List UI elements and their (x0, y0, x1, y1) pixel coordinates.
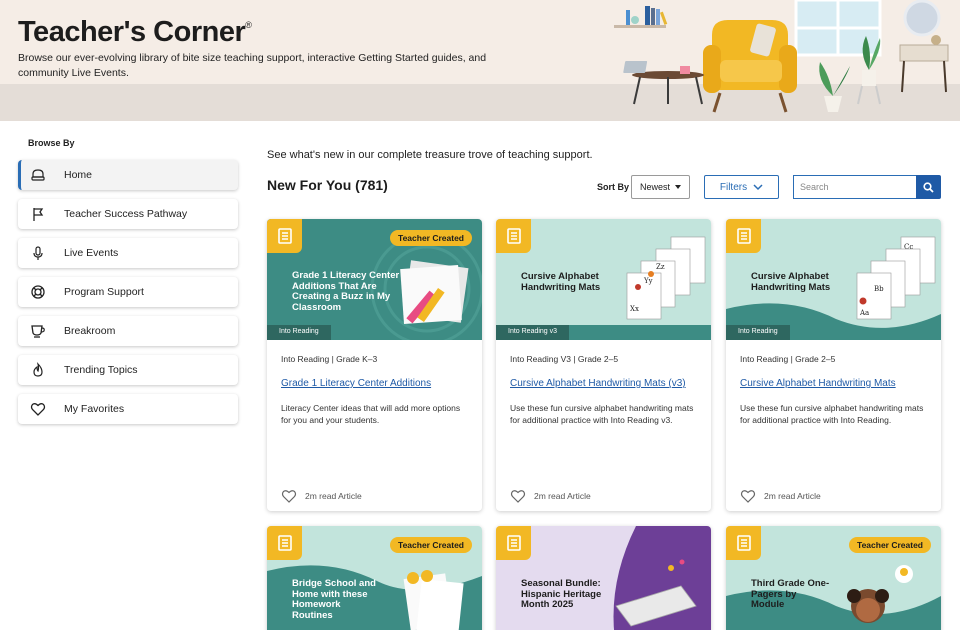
favorite-heart-icon[interactable] (281, 489, 297, 503)
microphone-icon (30, 245, 46, 261)
search-input[interactable] (793, 175, 917, 199)
series-tag: Into Reading (267, 325, 331, 340)
sidebar-item-label: Program Support (64, 286, 144, 298)
browse-by-label: Browse By (28, 138, 75, 148)
card-thumbnail: Teacher Created Bridge School and Home w… (267, 526, 482, 630)
content-card[interactable]: Teacher Created Bridge School and Home w… (267, 526, 482, 630)
card-description: Literacy Center ideas that will add more… (281, 403, 461, 425)
card-thumbnail: Seasonal Bundle: Hispanic Heritage Month… (496, 526, 711, 630)
content-card[interactable]: Teacher Created Grade 1 Literacy Center … (267, 219, 482, 511)
hero-banner: Teacher's Corner® Browse our ever-evolvi… (0, 0, 960, 121)
section-title: New For You (781) (267, 177, 388, 193)
sidebar-item-teacher-success-pathway[interactable]: Teacher Success Pathway (18, 199, 238, 229)
card-title-link[interactable]: Grade 1 Literacy Center Additions (281, 378, 431, 389)
heart-icon (30, 401, 46, 417)
flame-icon (30, 362, 46, 378)
svg-text:Bb: Bb (874, 285, 884, 293)
card-footer: 2m read Article (510, 489, 591, 503)
card-meta: Into Reading | Grade K–3 (281, 354, 378, 364)
card-title-link[interactable]: Cursive Alphabet Handwriting Mats (740, 378, 896, 389)
teacher-created-badge: Teacher Created (390, 230, 472, 246)
sidebar-item-label: Trending Topics (64, 364, 138, 376)
card-footer: 2m read Article (740, 489, 821, 503)
caret-down-icon (675, 185, 681, 189)
content-card[interactable]: Cc Bb Aa Cursive Alphabet Handwriting Ma… (726, 219, 941, 511)
read-time: 2m read Article (534, 491, 591, 501)
filters-button[interactable]: Filters (704, 175, 779, 199)
card-image-title: Cursive Alphabet Handwriting Mats (751, 271, 831, 293)
svg-text:Zz: Zz (656, 263, 665, 271)
card-title-link[interactable]: Cursive Alphabet Handwriting Mats (v3) (510, 378, 686, 389)
read-time: 2m read Article (305, 491, 362, 501)
card-image-title: Grade 1 Literacy Center Additions That A… (292, 270, 400, 313)
sidebar-item-trending-topics[interactable]: Trending Topics (18, 355, 238, 385)
classroom-illustration (614, 0, 949, 113)
intro-text: See what's new in our complete treasure … (267, 149, 593, 161)
sort-label: Sort By (597, 182, 630, 192)
card-thumbnail: Cc Bb Aa Cursive Alphabet Handwriting Ma… (726, 219, 941, 340)
sidebar-item-home[interactable]: Home (18, 160, 238, 190)
card-description: Use these fun cursive alphabet handwriti… (740, 403, 924, 425)
svg-text:Aa: Aa (859, 309, 869, 317)
sidebar-item-label: Home (64, 169, 93, 181)
series-tag: Into Reading (726, 325, 790, 340)
card-description: Use these fun cursive alphabet handwriti… (510, 403, 694, 425)
favorite-heart-icon[interactable] (740, 489, 756, 503)
sort-value: Newest (640, 182, 671, 192)
sidebar-item-program-support[interactable]: Program Support (18, 277, 238, 307)
flag-icon (30, 206, 46, 222)
read-time: 2m read Article (764, 491, 821, 501)
home-icon (30, 167, 46, 183)
card-footer: 2m read Article (281, 489, 362, 503)
page-title: Teacher's Corner® (18, 16, 252, 48)
card-thumbnail: Zz Yy Xx Cursive Alphabet Handwriting Ma… (496, 219, 711, 340)
card-meta: Into Reading | Grade 2–5 (740, 354, 836, 364)
sidebar-item-label: Teacher Success Pathway (64, 208, 188, 220)
teacher-created-badge: Teacher Created (390, 537, 472, 553)
card-image-title: Cursive Alphabet Handwriting Mats (521, 271, 601, 293)
document-icon (267, 219, 302, 253)
card-thumbnail: Teacher Created Third Grade One-Pagers b… (726, 526, 941, 630)
sidebar-item-live-events[interactable]: Live Events (18, 238, 238, 268)
document-icon (496, 526, 531, 560)
lifebuoy-icon (30, 284, 46, 300)
sidebar-item-label: Live Events (64, 247, 119, 259)
search-button[interactable] (916, 175, 941, 199)
document-icon (267, 526, 302, 560)
teacher-created-badge: Teacher Created (849, 537, 931, 553)
sidebar-item-label: Breakroom (64, 325, 116, 337)
sidebar-item-label: My Favorites (64, 403, 125, 415)
svg-text:Xx: Xx (630, 305, 639, 313)
card-thumbnail: Teacher Created Grade 1 Literacy Center … (267, 219, 482, 340)
svg-text:Cc: Cc (904, 243, 913, 251)
card-image-title: Third Grade One-Pagers by Module (751, 578, 830, 610)
content-card[interactable]: Zz Yy Xx Cursive Alphabet Handwriting Ma… (496, 219, 711, 511)
card-image-title: Seasonal Bundle: Hispanic Heritage Month… (521, 578, 602, 610)
sidebar-item-breakroom[interactable]: Breakroom (18, 316, 238, 346)
favorite-heart-icon[interactable] (510, 489, 526, 503)
svg-text:Yy: Yy (643, 277, 653, 285)
coffee-cup-icon (30, 323, 46, 339)
document-icon (496, 219, 531, 253)
sidebar-item-my-favorites[interactable]: My Favorites (18, 394, 238, 424)
page-subtitle: Browse our ever-evolving library of bite… (18, 52, 487, 79)
chevron-down-icon (753, 183, 763, 190)
search-icon (923, 181, 934, 193)
filters-label: Filters (719, 181, 748, 193)
sort-dropdown[interactable]: Newest (631, 175, 690, 199)
content-card[interactable]: Seasonal Bundle: Hispanic Heritage Month… (496, 526, 711, 630)
document-icon (726, 526, 761, 560)
content-card[interactable]: Teacher Created Third Grade One-Pagers b… (726, 526, 941, 630)
document-icon (726, 219, 761, 253)
series-tag: Into Reading v3 (496, 325, 570, 340)
card-meta: Into Reading V3 | Grade 2–5 (510, 354, 619, 364)
card-image-title: Bridge School and Home with these Homewo… (292, 578, 376, 621)
